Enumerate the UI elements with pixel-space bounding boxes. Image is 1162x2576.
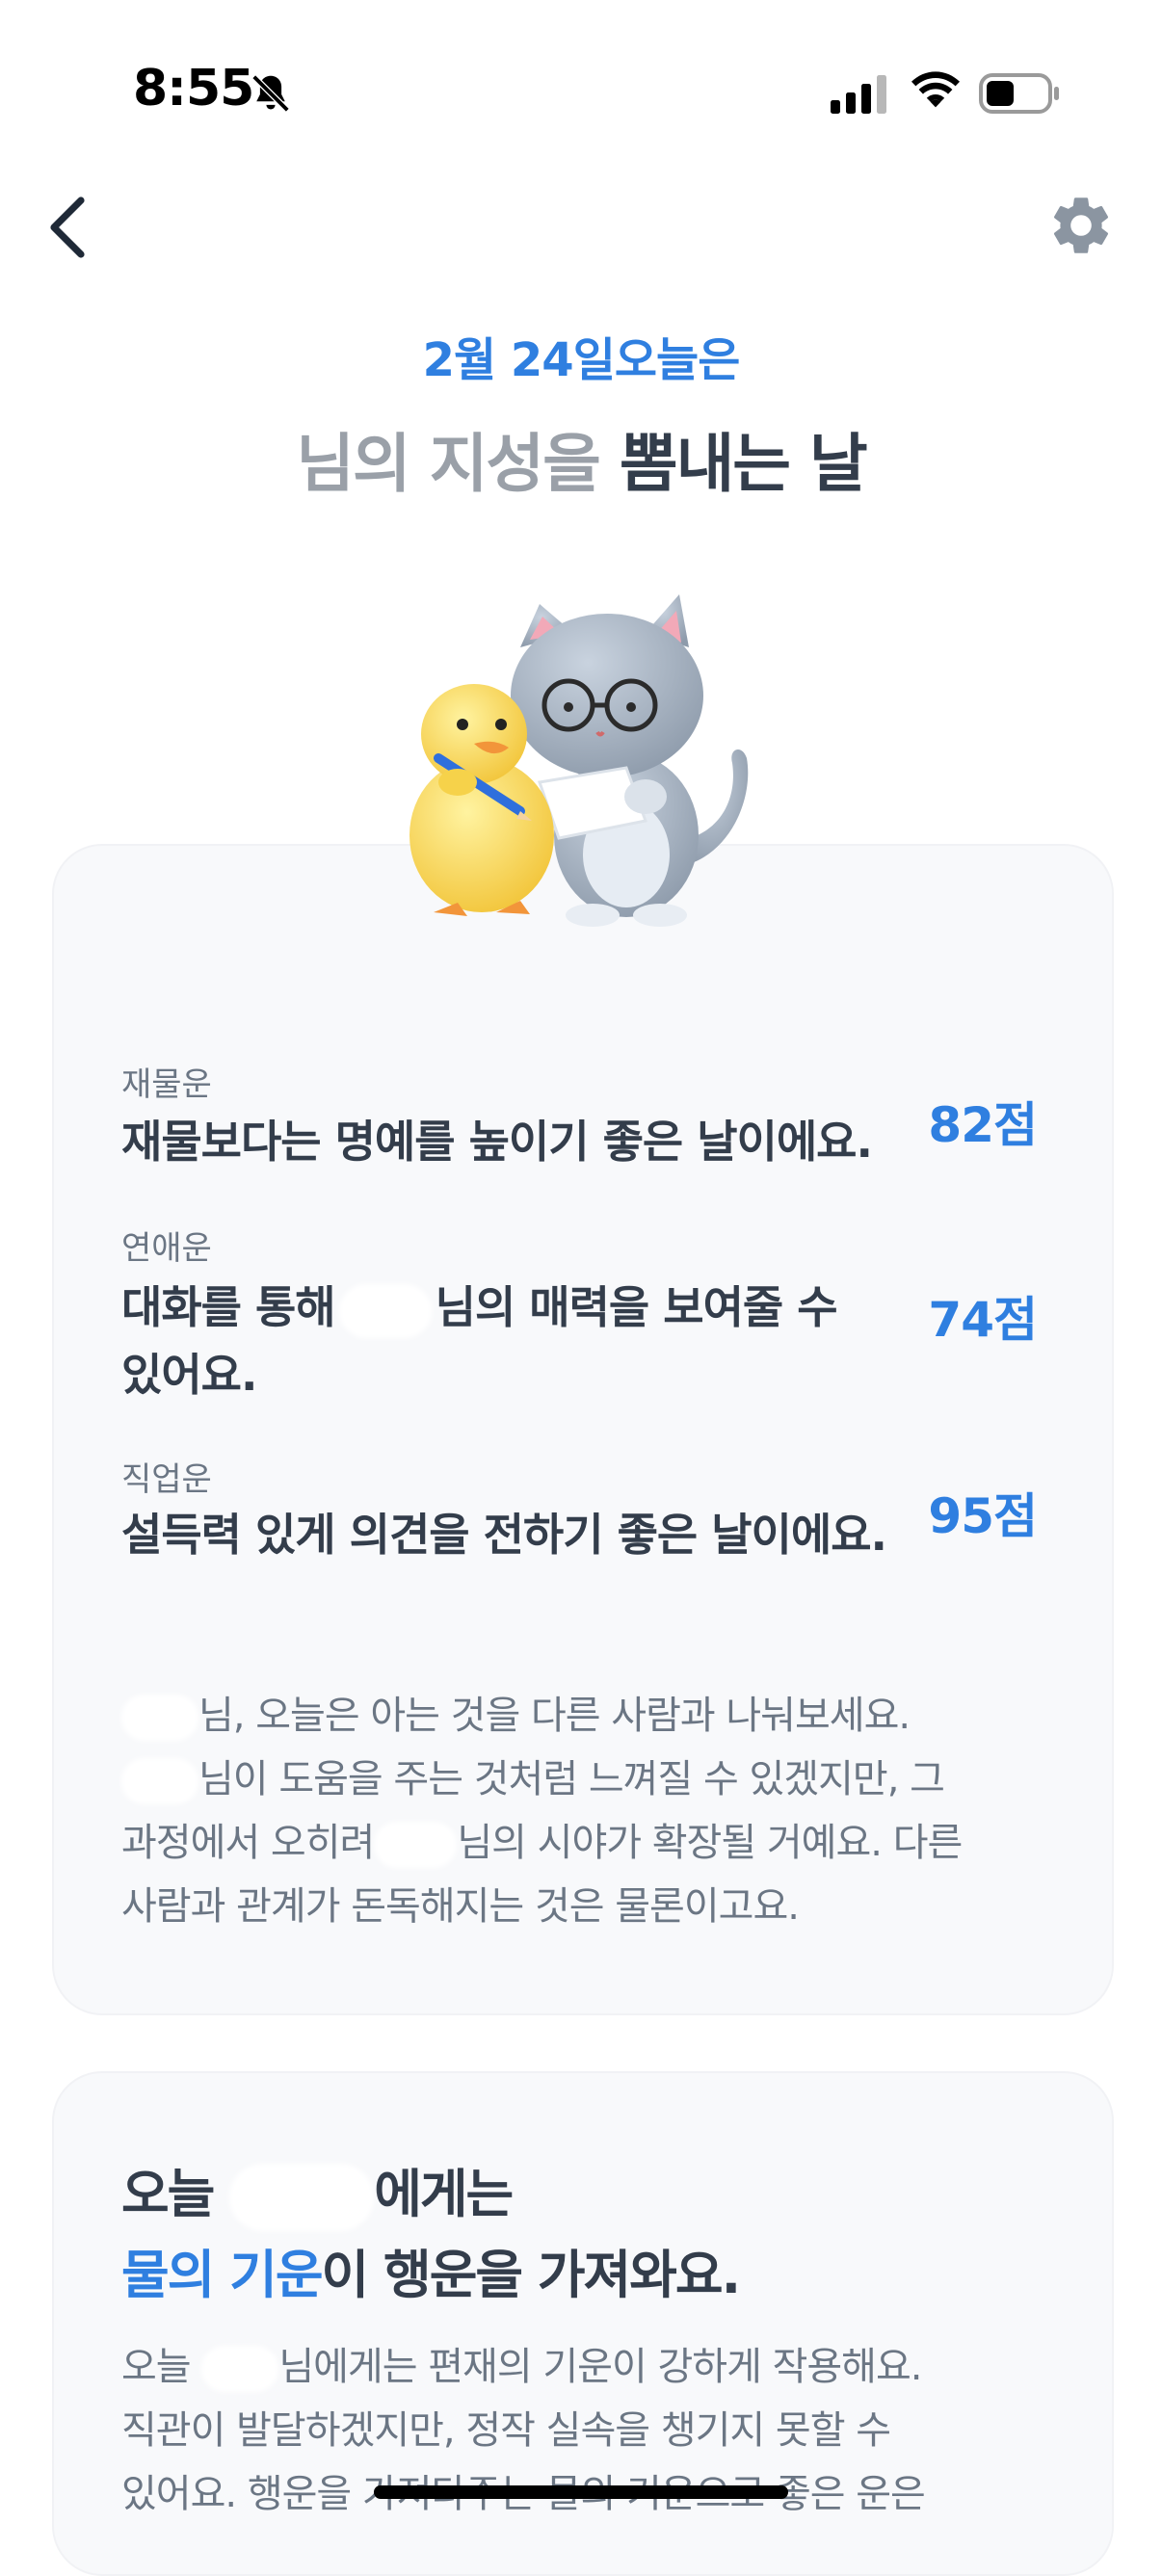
fortune-message-love: 대화를 통해 님의 매력을 보여줄 수 있어요. (121, 1274, 931, 1408)
lucky-title-prefix: 오늘 (121, 2164, 215, 2224)
advice-line-3-after: 님의 시야가 확장될 거예요. 다른 (457, 1821, 963, 1865)
mascot-illustration (409, 594, 749, 927)
lucky-element-name: 물의 기운 (121, 2245, 324, 2305)
fortune-category-wealth: 재물운 (121, 1065, 212, 1104)
date-text: 2월 24일 (422, 333, 616, 387)
fortune-message-career: 설득력 있게 의견을 전하기 좋은 날이에요. (121, 1509, 887, 1561)
redacted-name (201, 2346, 279, 2392)
redacted-name (121, 1758, 198, 1804)
fortune-category-love: 연애운 (121, 1229, 212, 1268)
advice-line-3-before: 과정에서 오히려 (121, 1821, 375, 1865)
battery-icon (979, 73, 1059, 114)
advice-paragraph: 님, 오늘은 아는 것을 다른 사람과 나눠보세요. 님이 도움을 주는 것처럼… (121, 1684, 1046, 1938)
advice-line-4: 사람과 관계가 돈독해지는 것은 물론이고요. (121, 1884, 800, 1929)
lucky-title-line2: 이 행운을 가져와요. (321, 2245, 742, 2305)
home-indicator[interactable] (374, 2485, 788, 2499)
lucky-body-before: 오늘 (121, 2345, 192, 2389)
lucky-title: 오늘 에게는 물의 기운이 행운을 가져와요. (121, 2154, 742, 2316)
wifi-icon (911, 71, 960, 108)
title-prefix: 님의 지성을 (296, 427, 601, 501)
advice-line-2: 님이 도움을 주는 것처럼 느껴질 수 있겠지만, 그 (198, 1757, 945, 1801)
love-message-after: 님의 매력을 보여줄 수 (435, 1281, 838, 1333)
redacted-name (229, 2164, 375, 2232)
title-suffix: 뽐내는 날 (619, 427, 868, 501)
signal-icon (831, 75, 886, 114)
status-time: 8:55 (133, 60, 254, 118)
fortune-message-wealth: 재물보다는 명예를 높이기 좋은 날이에요. (121, 1116, 873, 1168)
love-message-before: 대화를 통해 (121, 1281, 336, 1333)
bell-slash-icon (251, 74, 290, 113)
date-line: 2월 24일오늘은 (0, 322, 1162, 389)
fortune-category-career: 직업운 (121, 1460, 212, 1499)
back-chevron-icon[interactable] (39, 189, 100, 266)
love-message-line2: 있어요. (121, 1349, 257, 1401)
fortune-score-career: 95점 (928, 1488, 1038, 1544)
gear-icon[interactable] (1046, 191, 1116, 260)
page-title: 님의 지성을 뽐내는 날 (0, 412, 1162, 505)
redacted-name (338, 1283, 432, 1338)
fortune-score-wealth: 82점 (928, 1097, 1038, 1153)
redacted-name (374, 1822, 458, 1868)
lucky-body-after: 님에게는 편재의 기운이 강하게 작용해요. (278, 2345, 922, 2389)
today-text: 오늘은 (614, 333, 740, 387)
lucky-body-line2: 직관이 발달하겠지만, 정작 실속을 챙기지 못할 수 (121, 2408, 891, 2453)
lucky-title-suffix: 에게는 (374, 2164, 514, 2224)
fortune-score-love: 74점 (928, 1292, 1038, 1348)
advice-line-1: 님, 오늘은 아는 것을 다른 사람과 나눠보세요. (198, 1694, 911, 1738)
status-bar: 8:55 (0, 0, 1162, 145)
redacted-name (121, 1695, 198, 1741)
